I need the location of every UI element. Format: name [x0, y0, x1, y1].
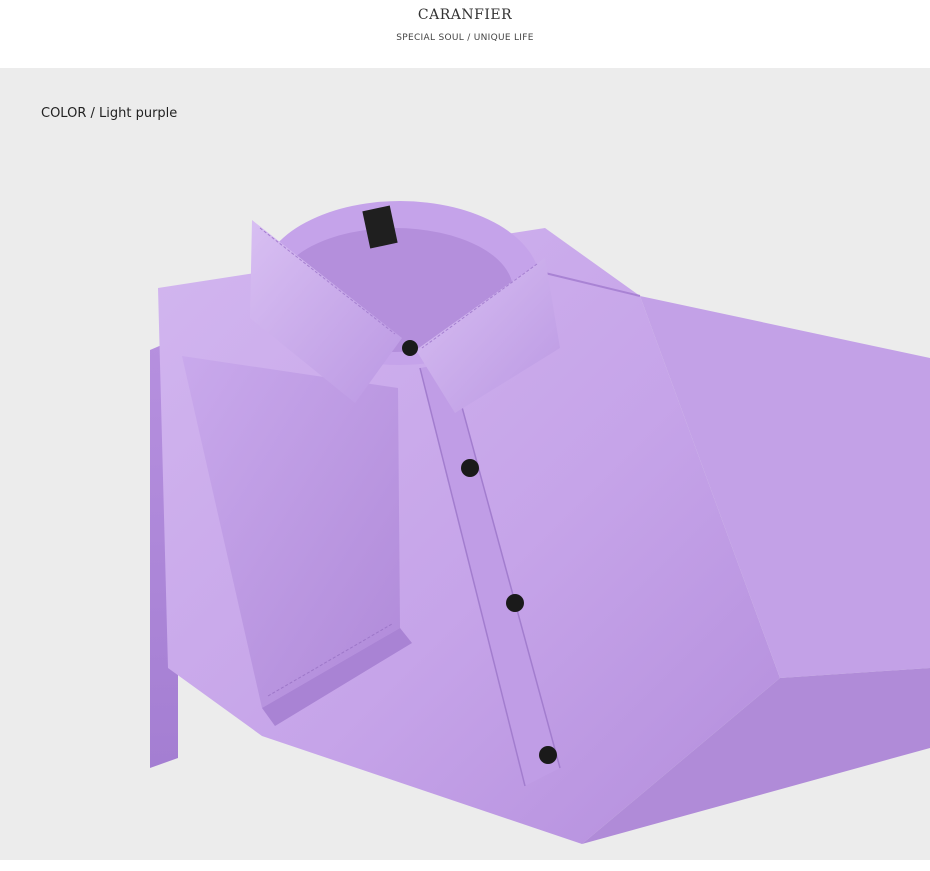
- shirt-image: [150, 201, 930, 844]
- brand-logo: CARANFIER: [417, 7, 513, 23]
- brand-slogan: SPECIAL SOUL / UNIQUE LIFE: [396, 33, 534, 43]
- product-image-panel: COLOR / Light purple: [0, 68, 930, 860]
- bottom-strip: [0, 860, 930, 871]
- color-label: COLOR / Light purple: [41, 106, 178, 121]
- brand-header: CARANFIER SPECIAL SOUL / UNIQUE LIFE: [0, 0, 930, 68]
- shirt-button: [539, 746, 557, 764]
- shirt-button: [461, 459, 479, 477]
- shirt-button: [402, 340, 418, 356]
- shirt-button: [506, 594, 524, 612]
